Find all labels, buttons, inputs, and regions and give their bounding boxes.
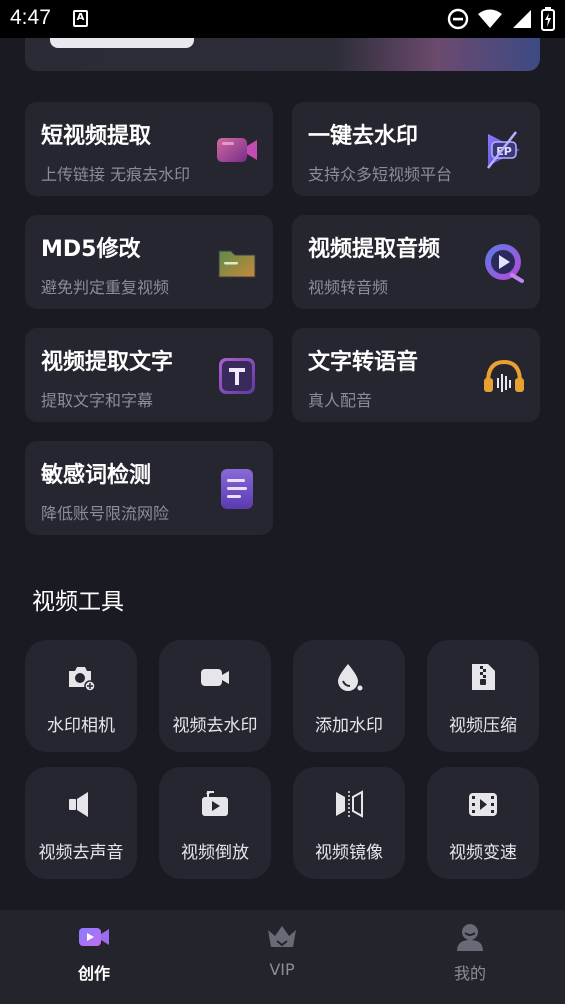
text-t-icon — [219, 358, 255, 394]
tool-video-reverse[interactable]: 视频倒放 — [159, 767, 271, 879]
tool-video-speed[interactable]: 视频变速 — [427, 767, 539, 879]
status-bar: 4:47 A — [0, 0, 565, 38]
tool-label: 视频镜像 — [315, 843, 383, 863]
tool-card-video-extract-audio[interactable]: 视频提取音频 视频转音频 — [292, 215, 540, 309]
mirror-icon — [336, 790, 363, 818]
zip-file-icon — [472, 664, 495, 690]
nav-label: VIP — [269, 960, 295, 979]
video-camera-icon — [217, 138, 257, 162]
tool-label: 视频去声音 — [38, 843, 124, 863]
water-drop-icon — [338, 664, 363, 691]
profile-icon — [457, 924, 483, 951]
tool-watermark-camera[interactable]: 水印相机 — [25, 640, 137, 752]
film-speed-icon — [469, 793, 497, 816]
notification-icon: A — [73, 10, 88, 27]
tool-card-sensitive-word-check[interactable]: 敏感词检测 降低账号限流网险 — [25, 441, 273, 535]
nav-label: 创作 — [77, 964, 110, 983]
section-title-video-tools: 视频工具 — [32, 589, 124, 615]
replay-screen-icon — [202, 791, 228, 816]
create-video-icon — [79, 928, 109, 946]
tool-card-video-extract-text[interactable]: 视频提取文字 提取文字和字幕 — [25, 328, 273, 422]
do-not-disturb-icon — [447, 8, 469, 30]
nav-item-mine[interactable]: 我的 — [376, 910, 564, 1004]
tool-title: 视频提取文字 — [41, 350, 174, 375]
battery-icon — [541, 7, 555, 31]
headphones-icon — [484, 359, 524, 392]
tool-subtitle: 提取文字和字幕 — [41, 391, 154, 410]
bottom-nav: 创作 VIP 我的 — [0, 910, 565, 1004]
tool-video-mirror[interactable]: 视频镜像 — [293, 767, 405, 879]
crown-icon — [268, 926, 296, 947]
tool-subtitle: 支持众多短视频平台 — [308, 165, 453, 184]
tool-card-md5-modify[interactable]: MD5修改 避免判定重复视频 — [25, 215, 273, 309]
nav-label: 我的 — [453, 964, 486, 983]
tool-card-one-click-remove-watermark[interactable]: 一键去水印 支持众多短视频平台 EP — [292, 102, 540, 196]
tool-title: MD5修改 — [41, 237, 141, 262]
tool-card-short-video-extract[interactable]: 短视频提取 上传链接 无痕去水印 — [25, 102, 273, 196]
status-icons — [447, 7, 555, 31]
tool-label: 视频去水印 — [172, 716, 258, 736]
tool-video-remove-watermark[interactable]: 视频去水印 — [159, 640, 271, 752]
promo-banner[interactable] — [25, 38, 540, 71]
tool-add-watermark[interactable]: 添加水印 — [293, 640, 405, 752]
tool-subtitle: 视频转音频 — [308, 278, 389, 297]
signal-icon — [513, 10, 531, 28]
status-time: 4:47 — [10, 6, 51, 29]
tool-title: 敏感词检测 — [41, 463, 152, 488]
nav-item-vip[interactable]: VIP — [188, 910, 376, 1004]
tool-video-remove-sound[interactable]: 视频去声音 — [25, 767, 137, 879]
tool-subtitle: 上传链接 无痕去水印 — [41, 165, 191, 184]
tool-subtitle: 降低账号限流网险 — [41, 504, 170, 523]
tool-title: 视频提取音频 — [308, 237, 441, 262]
nav-item-create[interactable]: 创作 — [0, 910, 188, 1004]
folder-icon — [218, 250, 256, 278]
tool-subtitle: 避免判定重复视频 — [41, 278, 170, 297]
tool-title: 文字转语音 — [308, 350, 419, 375]
tool-label: 添加水印 — [315, 716, 383, 736]
tool-video-compress[interactable]: 视频压缩 — [427, 640, 539, 752]
watermark-stamp-icon: EP — [487, 131, 520, 169]
video-icon — [201, 669, 229, 686]
tool-card-text-to-speech[interactable]: 文字转语音 真人配音 — [292, 328, 540, 422]
document-lines-icon — [221, 469, 253, 509]
tool-subtitle: 真人配音 — [308, 391, 373, 410]
speaker-mute-icon — [69, 792, 88, 817]
tool-label: 视频倒放 — [181, 843, 249, 863]
tool-label: 视频压缩 — [449, 716, 517, 736]
wifi-icon — [478, 9, 502, 28]
tool-title: 短视频提取 — [41, 124, 152, 149]
tool-label: 视频变速 — [449, 843, 517, 863]
banner-pill — [50, 38, 194, 48]
tool-title: 一键去水印 — [308, 124, 419, 149]
tool-label: 水印相机 — [47, 716, 115, 736]
camera-plus-icon — [69, 667, 96, 692]
audio-play-icon — [485, 244, 524, 283]
